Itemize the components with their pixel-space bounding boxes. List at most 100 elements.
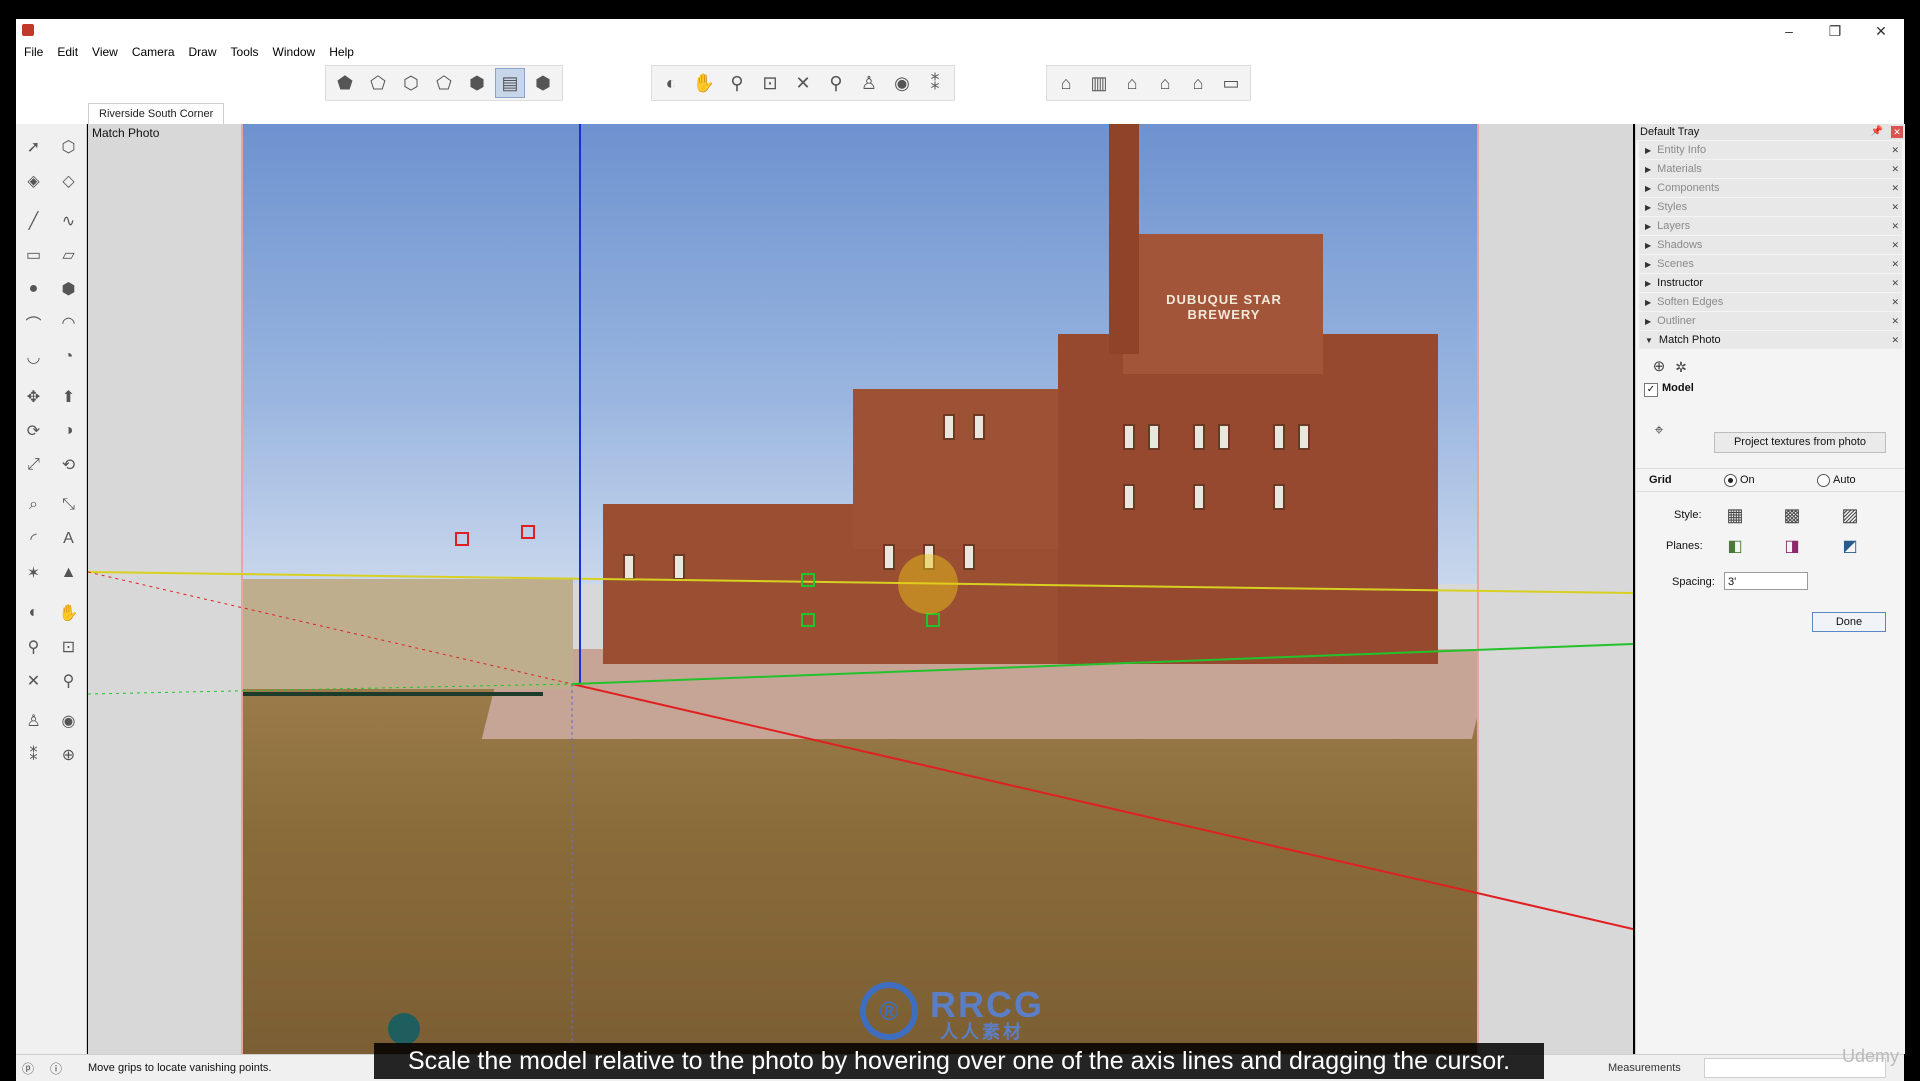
project-textures-button[interactable]: Project textures from photo: [1714, 432, 1886, 453]
tray-close-icon[interactable]: ✕: [1891, 126, 1903, 138]
panel-close-icon[interactable]: ✕: [1891, 179, 1899, 197]
freehand-icon[interactable]: ∿: [55, 207, 83, 235]
front-view-icon[interactable]: ⌂: [1117, 68, 1147, 98]
line-icon[interactable]: ╱: [20, 207, 48, 235]
tray-panel-materials[interactable]: ▶ Materials ✕: [1639, 160, 1902, 178]
vanishing-grip[interactable]: [926, 613, 940, 627]
rotate-icon[interactable]: ⟳: [20, 417, 48, 445]
zoom-tool-icon[interactable]: ⚲: [20, 633, 48, 661]
pan-icon[interactable]: ✋: [689, 68, 719, 98]
tray-panel-scenes[interactable]: ▶ Scenes ✕: [1639, 255, 1902, 273]
plane-green-blue-icon[interactable]: ◩: [1839, 536, 1861, 558]
tray-panel-entity-info[interactable]: ▶ Entity Info ✕: [1639, 141, 1902, 159]
grid-auto-radio[interactable]: [1817, 474, 1830, 487]
walk-icon[interactable]: ⁑: [920, 68, 950, 98]
back-edges-icon[interactable]: ⬠: [363, 68, 393, 98]
menu-file[interactable]: File: [16, 43, 50, 61]
shaded-textures-icon[interactable]: ▤: [495, 68, 525, 98]
panel-close-icon[interactable]: ✕: [1891, 236, 1899, 254]
orbit-tool-icon[interactable]: ◐: [20, 599, 48, 627]
crosshair-icon[interactable]: ⌖: [1648, 420, 1670, 442]
scale-icon[interactable]: ⤢: [20, 451, 48, 479]
horizon-line[interactable]: [88, 571, 1633, 594]
select-icon[interactable]: ➚: [20, 133, 48, 161]
top-view-icon[interactable]: ▥: [1084, 68, 1114, 98]
three-point-arc-icon[interactable]: ◡: [20, 343, 48, 371]
push-pull-icon[interactable]: ⬆: [55, 383, 83, 411]
eraser-icon[interactable]: ◇: [55, 167, 83, 195]
section-plane-icon[interactable]: ⊕: [55, 741, 83, 769]
menu-help[interactable]: Help: [322, 43, 361, 61]
settings-gear-icon[interactable]: ✲: [1670, 356, 1692, 378]
make-component-icon[interactable]: ⬡: [55, 133, 83, 161]
info-icon[interactable]: ⓘ: [50, 1060, 62, 1077]
restore-button[interactable]: ❐: [1812, 19, 1858, 43]
tray-panel-shadows[interactable]: ▶ Shadows ✕: [1639, 236, 1902, 254]
tray-panel-outliner[interactable]: ▶ Outliner ✕: [1639, 312, 1902, 330]
vanishing-grip[interactable]: [521, 525, 535, 539]
zoom-window-tool-icon[interactable]: ⊡: [55, 633, 83, 661]
protractor-icon[interactable]: ◜: [20, 525, 48, 553]
vanishing-grip[interactable]: [801, 613, 815, 627]
add-photo-icon[interactable]: ⊕: [1648, 356, 1670, 378]
tray-panel-styles[interactable]: ▶ Styles ✕: [1639, 198, 1902, 216]
pan-tool-icon[interactable]: ✋: [55, 599, 83, 627]
zoom-extents-tool-icon[interactable]: ✕: [20, 667, 48, 695]
text-icon[interactable]: A: [55, 525, 83, 553]
tray-panel-instructor[interactable]: ▶ Instructor ✕: [1639, 274, 1902, 292]
two-point-arc-icon[interactable]: ◠: [55, 309, 83, 337]
x-axis-line[interactable]: [571, 683, 1633, 930]
back-view-icon[interactable]: ⌂: [1183, 68, 1213, 98]
circle-icon[interactable]: ●: [20, 275, 48, 303]
shaded-icon[interactable]: ⬢: [462, 68, 492, 98]
menu-tools[interactable]: Tools: [224, 43, 266, 61]
zoom-icon[interactable]: ⚲: [722, 68, 752, 98]
rectangle-icon[interactable]: ▭: [20, 241, 48, 269]
hidden-line-icon[interactable]: ⬠: [429, 68, 459, 98]
panel-close-icon[interactable]: ✕: [1891, 217, 1899, 235]
move-icon[interactable]: ✥: [20, 383, 48, 411]
done-button[interactable]: Done: [1812, 612, 1886, 632]
pie-icon[interactable]: ◔: [55, 343, 83, 371]
menu-edit[interactable]: Edit: [50, 43, 85, 61]
right-view-icon[interactable]: ⌂: [1150, 68, 1180, 98]
grid-on-radio[interactable]: [1724, 474, 1737, 487]
panel-close-icon[interactable]: ✕: [1891, 312, 1899, 330]
menu-view[interactable]: View: [85, 43, 125, 61]
tray-panel-layers[interactable]: ▶ Layers ✕: [1639, 217, 1902, 235]
panel-close-icon[interactable]: ✕: [1891, 141, 1899, 159]
minimize-button[interactable]: –: [1766, 19, 1812, 43]
3d-text-icon[interactable]: ▲: [55, 559, 83, 587]
position-camera-icon[interactable]: ♙: [854, 68, 884, 98]
dimension-icon[interactable]: ⤡: [55, 491, 83, 519]
y-axis-line[interactable]: [571, 643, 1633, 685]
grid-style-outside-icon[interactable]: ▩: [1781, 504, 1803, 526]
vanishing-grip[interactable]: [801, 573, 815, 587]
model-checkbox[interactable]: ✓: [1644, 383, 1658, 397]
grid-style-ground-icon[interactable]: ▨: [1839, 504, 1861, 526]
panel-close-icon[interactable]: ✕: [1891, 255, 1899, 273]
tray-panel-soften-edges[interactable]: ▶ Soften Edges ✕: [1639, 293, 1902, 311]
panel-close-icon[interactable]: ✕: [1891, 160, 1899, 178]
paint-bucket-icon[interactable]: ◈: [20, 167, 48, 195]
look-around-tool-icon[interactable]: ◉: [55, 707, 83, 735]
position-camera-tool-icon[interactable]: ♙: [20, 707, 48, 735]
follow-me-icon[interactable]: ◑: [55, 417, 83, 445]
panel-close-icon[interactable]: ✕: [1891, 331, 1899, 349]
wireframe-icon[interactable]: ⬡: [396, 68, 426, 98]
monochrome-icon[interactable]: ⬢: [528, 68, 558, 98]
panel-close-icon[interactable]: ✕: [1891, 293, 1899, 311]
plane-red-blue-icon[interactable]: ◨: [1781, 536, 1803, 558]
previous-tool-icon[interactable]: ⚲: [55, 667, 83, 695]
arc-icon[interactable]: ⌒: [20, 309, 48, 337]
tray-panel-match-photo[interactable]: ▼ Match Photo ✕: [1639, 331, 1902, 349]
tape-measure-icon[interactable]: ⌕: [20, 491, 48, 519]
iso-view-icon[interactable]: ⌂: [1051, 68, 1081, 98]
offset-icon[interactable]: ⟲: [55, 451, 83, 479]
spacing-input[interactable]: 3': [1724, 572, 1808, 590]
previous-view-icon[interactable]: ⚲: [821, 68, 851, 98]
menu-draw[interactable]: Draw: [182, 43, 224, 61]
close-button[interactable]: ✕: [1858, 19, 1904, 43]
scene-tab[interactable]: Riverside South Corner: [88, 103, 225, 124]
grid-style-inside-icon[interactable]: ▦: [1724, 504, 1746, 526]
